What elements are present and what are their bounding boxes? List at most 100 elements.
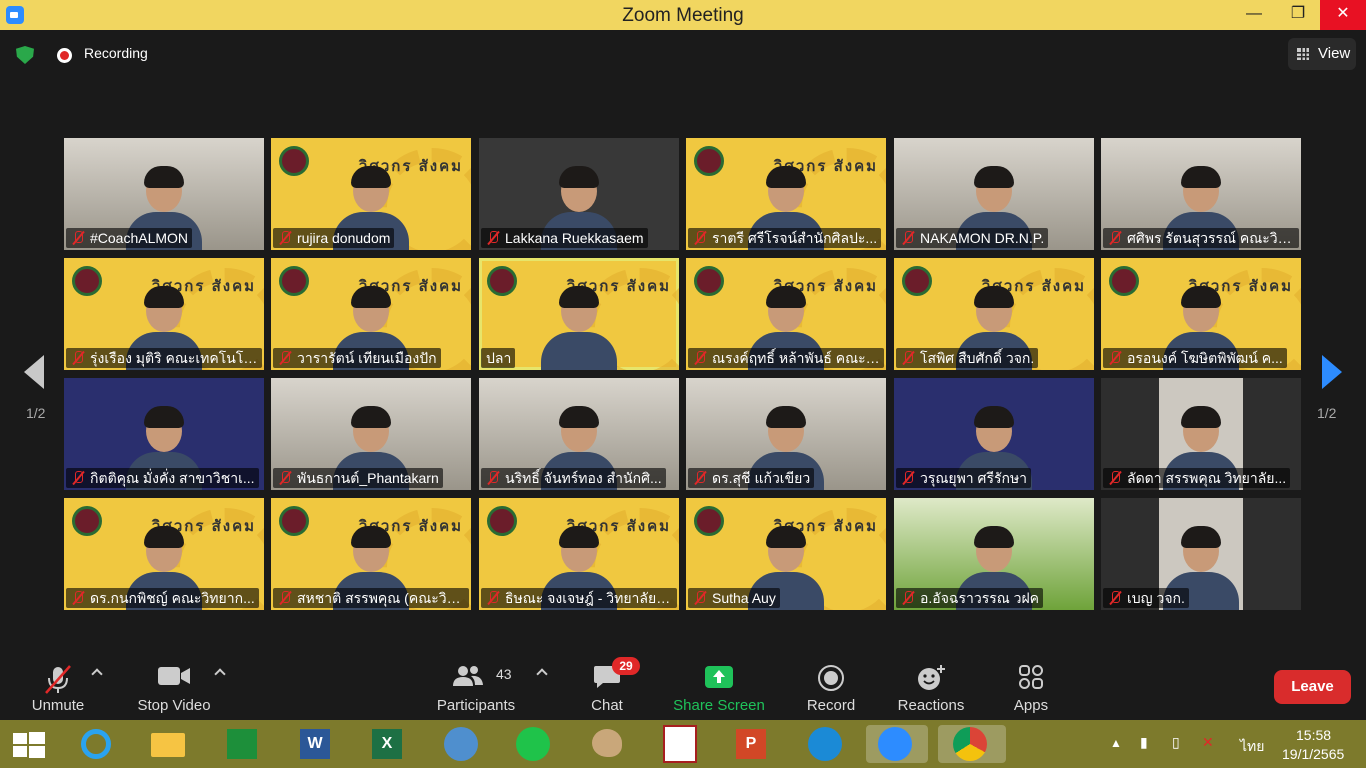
windows-start-icon[interactable]: [13, 732, 45, 758]
participant-name-text: #CoachALMON: [90, 230, 189, 246]
maximize-button[interactable]: ❐: [1276, 0, 1320, 30]
close-button[interactable]: ✕: [1320, 0, 1366, 30]
participant-tile[interactable]: #CoachALMON: [64, 138, 264, 250]
participant-tile[interactable]: วรุณยุพา ศรีรักษา: [894, 378, 1094, 490]
participant-name: ศศิพร รัตนสุวรรณ์ คณะวิท...: [1103, 228, 1299, 248]
participant-tile[interactable]: วิศวกร สังคม รุ่งเรือง มุติริ คณะเทคโนโลย…: [64, 258, 264, 370]
record-button[interactable]: Record: [800, 648, 862, 720]
internet-explorer-icon[interactable]: [76, 725, 114, 763]
participant-tile[interactable]: กิตติคุณ มั่งคั่ง สาขาวิชาเ...: [64, 378, 264, 490]
security-shield-icon[interactable]: [16, 46, 34, 64]
participant-tile[interactable]: วิศวกร สังคม ราตรี ศรีโรจน์สำนักศิลปะ...: [686, 138, 886, 250]
previous-page-arrow-icon[interactable]: [24, 355, 44, 389]
edge-browser-icon[interactable]: [806, 725, 844, 763]
university-logo-icon: [487, 506, 517, 536]
participant-name-text: rujira donudom: [297, 230, 391, 246]
muted-mic-icon: [71, 591, 85, 605]
minimize-button[interactable]: —: [1232, 0, 1276, 30]
unmute-button[interactable]: Unmute: [20, 648, 96, 720]
reactions-button[interactable]: Reactions: [892, 648, 970, 720]
zoom-taskbar-icon[interactable]: [866, 725, 928, 763]
participant-tile[interactable]: วิศวกร สังคม Sutha Auy: [686, 498, 886, 610]
apps-label: Apps: [1013, 697, 1049, 714]
windows-taskbar: W X P ▲ ▮ ▯ ✕ ไทย 15:58 19/1/2565: [0, 720, 1366, 768]
participant-name: ลัดดา สรรพคุณ วิทยาลัย...: [1103, 468, 1291, 488]
participant-tile[interactable]: วิศวกร สังคม โสพิศ สืบศักดิ์ วจก.: [894, 258, 1094, 370]
recording-label: Recording: [84, 45, 148, 61]
participant-tile[interactable]: NAKAMON DR.N.P.: [894, 138, 1094, 250]
paint-icon[interactable]: [588, 725, 626, 763]
participant-name-text: เบญ วจก.: [1127, 590, 1185, 606]
muted-mic-icon: [901, 471, 915, 485]
view-button[interactable]: View: [1288, 38, 1356, 70]
unmute-label: Unmute: [31, 697, 85, 714]
participant-name: วรุณยุพา ศรีรักษา: [896, 468, 1032, 488]
chat-label: Chat: [591, 697, 623, 714]
participant-tile[interactable]: เบญ วจก.: [1101, 498, 1301, 610]
word-icon[interactable]: W: [296, 725, 334, 763]
participant-name-text: ราตรี ศรีโรจน์สำนักศิลปะ...: [712, 230, 878, 246]
participant-tile[interactable]: วิศวกร สังคม ธิษณะ จงเจษฎ์ - วิทยาลัยก...: [479, 498, 679, 610]
participant-tile[interactable]: อ.อัจฉราวรรณ วฝค: [894, 498, 1094, 610]
input-language[interactable]: ไทย: [1240, 736, 1264, 758]
participants-button[interactable]: 43 Participants: [430, 648, 522, 720]
participant-tile[interactable]: Lakkana Ruekkasaem: [479, 138, 679, 250]
muted-mic-icon: [71, 231, 85, 245]
participant-name-text: ธิษณะ จงเจษฎ์ - วิทยาลัยก...: [505, 590, 677, 606]
line-app-icon[interactable]: [514, 725, 552, 763]
file-explorer-icon[interactable]: [148, 725, 186, 763]
lisrel-icon[interactable]: [660, 725, 698, 763]
participant-tile[interactable]: วิศวกร สังคม rujira donudom: [271, 138, 471, 250]
participant-tile[interactable]: วิศวกร สังคม ดร.กนกพิชญ์ คณะวิทยาก...: [64, 498, 264, 610]
smiley-reaction-icon: [918, 665, 945, 690]
university-logo-icon: [487, 266, 517, 296]
participant-tile[interactable]: ลัดดา สรรพคุณ วิทยาลัย...: [1101, 378, 1301, 490]
clock-date[interactable]: 19/1/2565: [1282, 746, 1344, 762]
participant-name: ราตรี ศรีโรจน์สำนักศิลปะ...: [688, 228, 882, 248]
next-page-arrow-icon[interactable]: [1322, 355, 1342, 389]
participant-name-text: ดร.กนกพิชญ์ คณะวิทยาก...: [90, 590, 255, 606]
participant-name-text: ศศิพร รัตนสุวรรณ์ คณะวิท...: [1127, 230, 1299, 246]
recording-icon: [57, 48, 72, 63]
participant-tile[interactable]: วิศวกร สังคม สหชาติ สรรพคุณ (คณะวิท...: [271, 498, 471, 610]
chat-unread-badge: 29: [612, 657, 640, 675]
participant-name-text: ดร.สุชี แก้วเขียว: [712, 470, 811, 486]
participants-options-chevron-icon[interactable]: [536, 668, 548, 680]
muted-mic-icon: [486, 471, 500, 485]
muted-mic-icon: [693, 231, 707, 245]
muted-mic-icon: [71, 471, 85, 485]
apps-button[interactable]: Apps: [1001, 648, 1061, 720]
university-logo-icon: [694, 146, 724, 176]
participant-tile[interactable]: วิศวกร สังคม อรอนงค์ โฆษิตพิพัฒน์ ค...: [1101, 258, 1301, 370]
stop-video-button[interactable]: Stop Video: [130, 648, 218, 720]
participant-tile[interactable]: ศศิพร รัตนสุวรรณ์ คณะวิท...: [1101, 138, 1301, 250]
participant-name: รุ่งเรือง มุติริ คณะเทคโนโลย...: [66, 348, 262, 368]
muted-mic-icon: [1108, 471, 1122, 485]
leave-button[interactable]: Leave: [1274, 670, 1351, 704]
muted-mic-icon: [71, 351, 85, 365]
participant-tile[interactable]: วิศวกร สังคม วารารัตน์ เทียนเมืองปัก: [271, 258, 471, 370]
share-screen-button[interactable]: Share Screen: [668, 648, 770, 720]
page-indicator-left: 1/2: [26, 405, 46, 421]
chrome-icon[interactable]: [938, 725, 1006, 763]
participant-name: เบญ วจก.: [1103, 588, 1189, 608]
participant-tile[interactable]: นริทธิ์ จันทร์ทอง สำนักศิ...: [479, 378, 679, 490]
volume-muted-icon[interactable]: ✕: [1202, 734, 1214, 751]
battery-icon[interactable]: ▯: [1172, 734, 1180, 751]
network-signal-icon[interactable]: ▮: [1140, 734, 1148, 751]
math-calculator-icon[interactable]: [442, 725, 480, 763]
participant-tile[interactable]: พันธกานต์_Phantakarn: [271, 378, 471, 490]
university-logo-icon: [279, 506, 309, 536]
store-icon[interactable]: [222, 725, 260, 763]
participant-tile[interactable]: วิศวกร สังคม ปลา: [479, 258, 679, 370]
excel-icon[interactable]: X: [368, 725, 406, 763]
participant-tile[interactable]: ดร.สุชี แก้วเขียว: [686, 378, 886, 490]
participant-name-text: นริทธิ์ จันทร์ทอง สำนักศิ...: [505, 470, 662, 486]
tray-expand-icon[interactable]: ▲: [1110, 736, 1122, 750]
participants-icon: [453, 666, 483, 686]
participant-tile[interactable]: วิศวกร สังคม ณรงค์ฤทธิ์ หล้าพันธ์ คณะว...: [686, 258, 886, 370]
muted-mic-icon: [693, 591, 707, 605]
clock-time[interactable]: 15:58: [1296, 727, 1331, 743]
participant-name: อ.อัจฉราวรรณ วฝค: [896, 588, 1044, 608]
powerpoint-icon[interactable]: P: [732, 725, 770, 763]
